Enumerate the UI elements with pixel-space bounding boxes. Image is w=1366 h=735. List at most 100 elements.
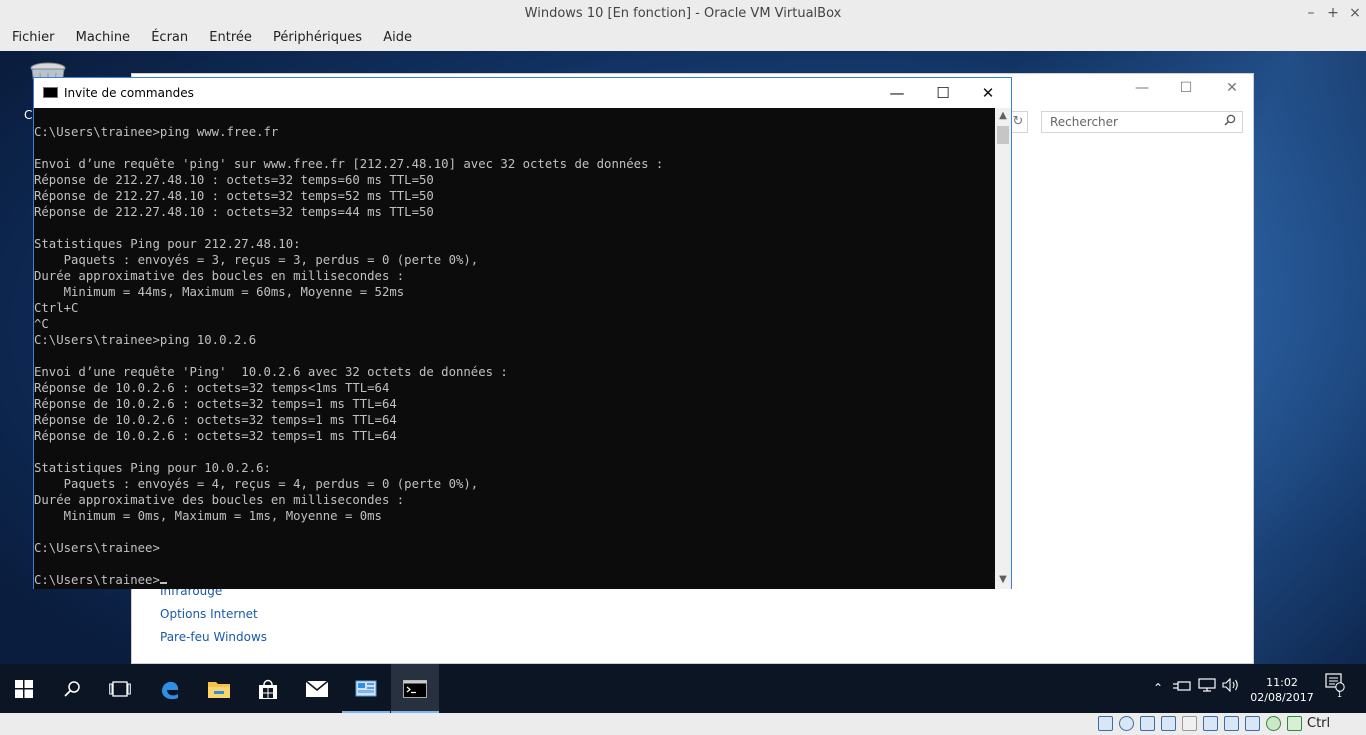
console-line: Paquets : envoyés = 3, reçus = 3, perdus… <box>34 253 479 267</box>
cp-maximize-icon[interactable]: ☐ <box>1163 74 1209 102</box>
console-line: Statistiques Ping pour 212.27.48.10: <box>34 237 301 251</box>
clock[interactable]: 11:02 02/08/2017 <box>1240 675 1324 705</box>
edge-icon <box>162 681 179 699</box>
cp-search-input[interactable]: Rechercher <box>1041 111 1243 133</box>
cmd-output: C:\Users\trainee>ping www.free.fr Envoi … <box>34 108 995 588</box>
search-icon <box>64 680 80 697</box>
task-view-button[interactable] <box>96 664 144 713</box>
scroll-thumb[interactable] <box>997 126 1009 144</box>
console-line: Paquets : envoyés = 4, reçus = 4, perdus… <box>34 477 479 491</box>
vbox-maximize-button[interactable]: + <box>1322 0 1344 27</box>
vbox-close-button[interactable]: × <box>1344 0 1366 27</box>
search-icon <box>1224 112 1236 132</box>
scroll-down-icon[interactable]: ▼ <box>995 572 1011 588</box>
host-key-label: Ctrl droite <box>1307 716 1331 731</box>
cmd-console[interactable]: C:\Users\trainee>ping www.free.fr Envoi … <box>34 108 995 589</box>
console-line: C:\Users\trainee> <box>34 572 995 588</box>
virtualization-icon[interactable] <box>1266 716 1281 731</box>
usb-icon[interactable] <box>1182 716 1197 731</box>
cmd-close-button[interactable]: ✕ <box>965 78 1011 108</box>
console-line: Réponse de 10.0.2.6 : octets=32 temps=1 … <box>34 413 397 427</box>
cmd-title: Invite de commandes <box>64 86 194 100</box>
cp-link-options-internet[interactable]: Options Internet <box>160 607 258 621</box>
chevron-up-icon[interactable]: ⌃ <box>1150 664 1166 713</box>
console-line: C:\Users\trainee>ping 10.0.2.6 <box>34 333 257 347</box>
control-panel-icon <box>355 680 377 696</box>
cmd-taskbar-button[interactable] <box>391 664 439 713</box>
console-line: Minimum = 44ms, Maximum = 60ms, Moyenne … <box>34 285 405 299</box>
scroll-up-icon[interactable]: ▲ <box>995 108 1011 124</box>
console-line: Envoi d’une requête 'ping' sur www.free.… <box>34 157 664 171</box>
text-cursor <box>159 582 167 584</box>
clock-time: 11:02 <box>1266 676 1298 689</box>
audio-icon[interactable] <box>1140 716 1155 731</box>
volume-icon[interactable] <box>1220 664 1242 713</box>
action-center-icon[interactable] <box>1322 664 1348 713</box>
search-button[interactable] <box>48 664 96 713</box>
cmd-minimize-button[interactable]: — <box>874 78 920 108</box>
hard-disk-icon[interactable] <box>1098 716 1113 731</box>
cmd-icon <box>43 87 58 98</box>
cmd-icon <box>403 679 427 698</box>
cp-search-placeholder: Rechercher <box>1050 115 1118 129</box>
file-explorer-button[interactable] <box>195 664 243 713</box>
console-line: Réponse de 212.27.48.10 : octets=32 temp… <box>34 189 434 203</box>
menu-ecran[interactable]: Écran <box>139 27 188 48</box>
network-adapter-icon[interactable] <box>1161 716 1176 731</box>
vbox-minimize-button[interactable]: – <box>1300 0 1322 27</box>
vbox-menubar: Fichier Machine Écran Entrée Périphériqu… <box>0 27 1366 51</box>
console-line: Réponse de 212.27.48.10 : octets=32 temp… <box>34 173 434 187</box>
cmd-scrollbar[interactable]: ▲ ▼ <box>995 108 1011 589</box>
optical-drive-icon[interactable] <box>1119 716 1134 731</box>
cp-link-pare-feu[interactable]: Pare-feu Windows <box>160 630 267 644</box>
menu-machine[interactable]: Machine <box>64 27 130 48</box>
vbox-titlebar: Windows 10 [En fonction] - Oracle VM Vir… <box>0 0 1366 27</box>
menu-entree[interactable]: Entrée <box>197 27 252 48</box>
file-explorer-icon <box>208 681 230 698</box>
taskbar: ⌃ 11:02 02/08/2017 1 <box>0 664 1366 713</box>
start-button[interactable] <box>0 664 48 713</box>
console-line: Durée approximative des boucles en milli… <box>34 493 405 507</box>
console-line: Réponse de 10.0.2.6 : octets=32 temps=1 … <box>34 397 397 411</box>
network-icon[interactable] <box>1196 664 1218 713</box>
notification-count: 1 <box>1337 690 1343 699</box>
cmd-maximize-button[interactable]: ☐ <box>920 78 966 108</box>
edge-button[interactable] <box>146 664 194 713</box>
shared-folders-icon[interactable] <box>1203 716 1218 731</box>
console-line: Ctrl+C <box>34 301 79 315</box>
display-icon[interactable] <box>1224 716 1239 731</box>
vbox-window-title: Windows 10 [En fonction] - Oracle VM Vir… <box>524 6 842 21</box>
console-line: Réponse de 10.0.2.6 : octets=32 temps<1m… <box>34 381 390 395</box>
console-line: Réponse de 10.0.2.6 : octets=32 temps=1 … <box>34 429 397 443</box>
menu-aide[interactable]: Aide <box>371 27 412 48</box>
console-line: C:\Users\trainee>ping www.free.fr <box>34 125 279 139</box>
mail-button[interactable] <box>293 664 341 713</box>
mail-icon <box>305 679 329 697</box>
menu-peripheriques[interactable]: Périphériques <box>261 27 362 48</box>
console-line: C:\Users\trainee> <box>34 541 160 555</box>
menu-fichier[interactable]: Fichier <box>0 27 55 48</box>
cmd-window: Invite de commandes — ☐ ✕ C:\Users\train… <box>33 77 1012 589</box>
recycle-bin-label: C <box>24 108 33 122</box>
clock-date: 02/08/2017 <box>1250 691 1314 704</box>
plug-icon[interactable] <box>1172 664 1192 713</box>
mouse-integration-icon[interactable] <box>1287 716 1302 731</box>
start-icon <box>15 679 33 698</box>
task-view-icon <box>109 680 131 697</box>
video-capture-icon[interactable] <box>1245 716 1260 731</box>
console-line: Statistiques Ping pour 10.0.2.6: <box>34 461 271 475</box>
cp-minimize-icon[interactable]: — <box>1119 74 1165 102</box>
store-button[interactable] <box>244 664 292 713</box>
control-panel-button[interactable] <box>342 664 390 713</box>
console-line: Durée approximative des boucles en milli… <box>34 269 405 283</box>
cp-close-icon[interactable]: ✕ <box>1209 74 1255 102</box>
cmd-titlebar[interactable]: Invite de commandes — ☐ ✕ <box>34 78 1011 108</box>
store-icon <box>259 679 277 699</box>
console-line: Réponse de 212.27.48.10 : octets=32 temp… <box>34 205 434 219</box>
